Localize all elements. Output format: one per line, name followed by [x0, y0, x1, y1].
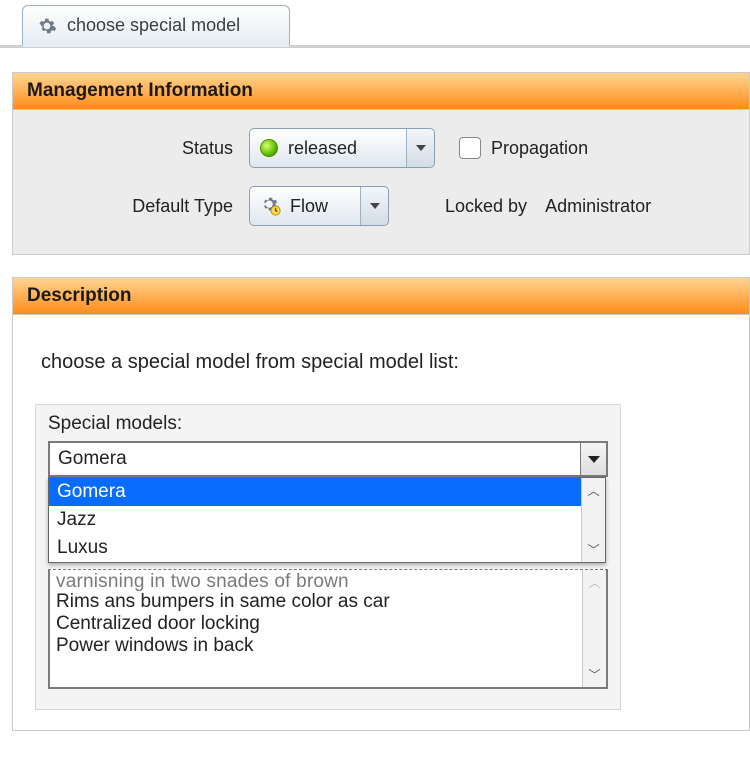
combo-option-luxus[interactable]: Luxus — [49, 534, 581, 562]
feature-row-partial: varnisning in two snades of brown — [56, 570, 586, 591]
propagation-checkbox[interactable] — [459, 137, 481, 159]
propagation-label: Propagation — [491, 138, 588, 159]
feature-row: Centralized door locking — [56, 613, 586, 635]
description-panel: Description choose a special model from … — [12, 277, 750, 731]
feature-row: Rims ans bumpers in same color as car — [56, 591, 586, 613]
scroll-down-icon[interactable]: ﹀ — [587, 541, 599, 558]
dropdown-arrow-icon — [360, 187, 388, 225]
scroll-down-icon[interactable]: ﹀ — [588, 666, 600, 683]
status-select[interactable]: released — [249, 128, 435, 168]
special-models-label: Special models: — [48, 413, 608, 435]
tab-label: choose special model — [67, 15, 240, 36]
special-models-option-list: Gomera Jazz Luxus — [49, 478, 581, 562]
management-information-header: Management Information — [13, 73, 749, 110]
status-select-text: released — [288, 138, 369, 159]
default-type-select-text: Flow — [290, 196, 340, 217]
default-type-row: Default Type Flow Locked by Administrato… — [33, 186, 729, 226]
management-information-panel: Management Information Status released P… — [12, 72, 750, 255]
gear-arrow-icon — [260, 195, 282, 217]
combo-option-gomera[interactable]: Gomera — [49, 478, 581, 506]
locked-by-value: Administrator — [545, 196, 651, 217]
scroll-up-icon[interactable]: ︿ — [587, 482, 599, 499]
description-body: choose a special model from special mode… — [13, 315, 749, 730]
locked-by-label: Locked by — [445, 196, 527, 217]
tab-strip: choose special model — [0, 0, 750, 48]
status-row: Status released Propagation — [33, 128, 729, 168]
gear-icon — [37, 16, 57, 36]
combo-option-jazz[interactable]: Jazz — [49, 506, 581, 534]
management-information-body: Status released Propagation Default Type — [13, 110, 749, 254]
description-header: Description — [13, 278, 749, 315]
description-intro-text: choose a special model from special mode… — [41, 351, 749, 374]
dropdown-scrollbar[interactable]: ︿ ﹀ — [581, 478, 605, 562]
default-type-select[interactable]: Flow — [249, 186, 389, 226]
status-label: Status — [33, 138, 249, 159]
green-dot-icon — [260, 139, 278, 157]
default-type-label: Default Type — [33, 196, 249, 217]
tab-choose-special-model[interactable]: choose special model — [22, 5, 290, 47]
special-models-dropdown: Gomera Jazz Luxus ︿ ﹀ — [48, 477, 606, 563]
model-features-list: varnisning in two snades of brown Rims a… — [48, 569, 608, 689]
features-scrollbar[interactable]: ︿ ﹀ — [582, 570, 606, 687]
feature-row: Power windows in back — [56, 635, 586, 657]
special-models-box: Special models: Gomera Gomera Jazz Luxus… — [35, 404, 621, 710]
special-models-combo[interactable]: Gomera — [48, 441, 608, 477]
dropdown-arrow-icon — [406, 129, 434, 167]
special-models-combo-text: Gomera — [58, 448, 127, 470]
scroll-up-icon[interactable]: ︿ — [588, 574, 600, 591]
combo-dropdown-button[interactable] — [580, 443, 606, 475]
